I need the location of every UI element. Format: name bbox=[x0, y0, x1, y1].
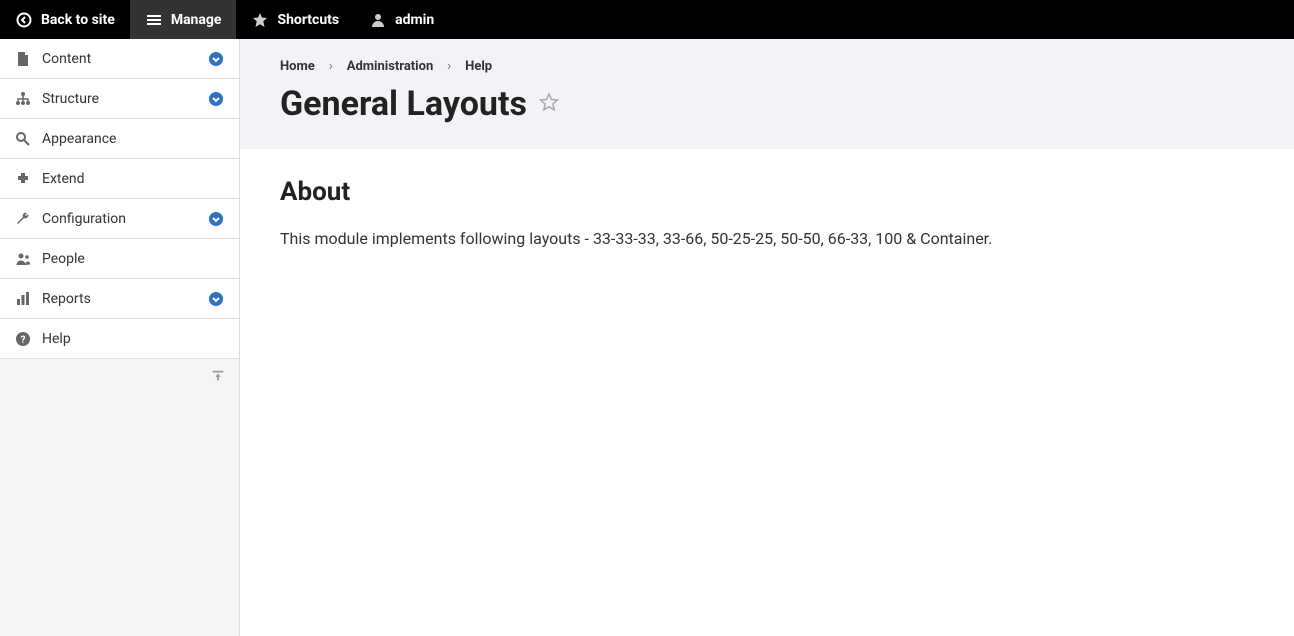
sidebar-item-people[interactable]: People bbox=[0, 239, 239, 279]
back-arrow-icon bbox=[15, 11, 33, 29]
content-icon bbox=[14, 50, 32, 68]
manage-button[interactable]: Manage bbox=[130, 0, 237, 39]
appearance-icon bbox=[14, 130, 32, 148]
breadcrumb-item-administration[interactable]: Administration bbox=[347, 59, 434, 74]
chevron-down-icon[interactable] bbox=[207, 210, 225, 228]
about-heading: About bbox=[280, 177, 1254, 207]
page-body: About This module implements following l… bbox=[240, 149, 1294, 279]
about-text: This module implements following layouts… bbox=[280, 227, 1254, 251]
sidebar-item-content[interactable]: Content bbox=[0, 39, 239, 79]
favorite-star-icon[interactable] bbox=[539, 92, 559, 116]
sidebar-footer bbox=[0, 359, 239, 397]
admin-toolbar: Back to site Manage Shortcuts admin bbox=[0, 0, 1294, 39]
sidebar-item-label: Configuration bbox=[42, 211, 197, 227]
sidebar-item-help[interactable]: ? Help bbox=[0, 319, 239, 359]
sidebar-item-label: Reports bbox=[42, 291, 197, 307]
page-header-region: Home › Administration › Help General Lay… bbox=[240, 39, 1294, 149]
reports-icon bbox=[14, 290, 32, 308]
user-icon bbox=[369, 11, 387, 29]
user-menu-button[interactable]: admin bbox=[354, 0, 449, 39]
structure-icon bbox=[14, 90, 32, 108]
sidebar-item-reports[interactable]: Reports bbox=[0, 279, 239, 319]
sidebar-item-extend[interactable]: Extend bbox=[0, 159, 239, 199]
chevron-down-icon[interactable] bbox=[207, 50, 225, 68]
people-icon bbox=[14, 250, 32, 268]
chevron-right-icon: › bbox=[447, 59, 451, 74]
help-icon: ? bbox=[14, 330, 32, 348]
star-icon bbox=[251, 11, 269, 29]
sidebar-item-appearance[interactable]: Appearance bbox=[0, 119, 239, 159]
sidebar-item-label: People bbox=[42, 251, 225, 267]
wrench-icon bbox=[14, 210, 32, 228]
manage-label: Manage bbox=[171, 12, 222, 28]
extend-icon bbox=[14, 170, 32, 188]
sidebar-item-label: Help bbox=[42, 331, 225, 347]
shortcuts-button[interactable]: Shortcuts bbox=[236, 0, 354, 39]
sidebar-item-label: Structure bbox=[42, 91, 197, 107]
breadcrumb: Home › Administration › Help bbox=[280, 59, 1254, 74]
chevron-down-icon[interactable] bbox=[207, 90, 225, 108]
admin-menu-sidebar: Content Structure Appearance bbox=[0, 39, 240, 636]
page-title: General Layouts bbox=[280, 84, 527, 124]
sidebar-item-label: Content bbox=[42, 51, 197, 67]
main-content: Home › Administration › Help General Lay… bbox=[240, 39, 1294, 636]
back-to-site-button[interactable]: Back to site bbox=[0, 0, 130, 39]
sidebar-item-label: Extend bbox=[42, 171, 225, 187]
back-to-site-label: Back to site bbox=[41, 12, 115, 28]
chevron-down-icon[interactable] bbox=[207, 290, 225, 308]
hamburger-icon bbox=[145, 11, 163, 29]
user-label: admin bbox=[395, 12, 434, 28]
sidebar-item-structure[interactable]: Structure bbox=[0, 79, 239, 119]
breadcrumb-item-help[interactable]: Help bbox=[465, 59, 492, 74]
breadcrumb-item-home[interactable]: Home bbox=[280, 59, 315, 74]
sidebar-item-label: Appearance bbox=[42, 131, 225, 147]
sidebar-item-configuration[interactable]: Configuration bbox=[0, 199, 239, 239]
collapse-sidebar-icon[interactable] bbox=[211, 369, 225, 387]
shortcuts-label: Shortcuts bbox=[277, 12, 339, 28]
chevron-right-icon: › bbox=[329, 59, 333, 74]
svg-text:?: ? bbox=[21, 335, 26, 346]
